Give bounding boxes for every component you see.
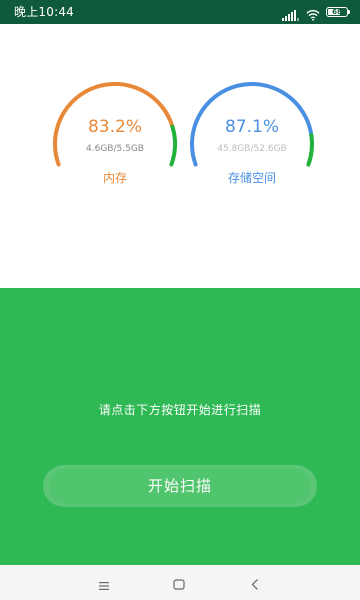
navigation-bar <box>0 565 360 600</box>
status-bar: 晚上10:44 68 <box>0 0 360 24</box>
signal-icon <box>282 6 300 21</box>
memory-gauge[interactable]: 83.2% 4.6GB/5.5GB 内存 <box>47 82 183 192</box>
battery-level-text: 68 <box>332 8 342 16</box>
storage-percent: 87.1% <box>224 117 279 137</box>
scan-panel: 请点击下方按钮开始进行扫描 开始扫描 <box>0 288 360 565</box>
memory-label: 内存 <box>102 171 127 185</box>
back-icon[interactable] <box>248 576 262 590</box>
status-icons: 68 <box>282 5 350 21</box>
storage-label: 存储空间 <box>227 171 276 185</box>
home-icon[interactable] <box>172 576 186 590</box>
usage-panel: 83.2% 4.6GB/5.5GB 内存 87.1% 45.8GB/52.6GB… <box>0 24 360 288</box>
scan-hint: 请点击下方按钮开始进行扫描 <box>98 403 262 417</box>
status-time: 晚上10:44 <box>14 5 74 19</box>
memory-percent: 83.2% <box>87 117 142 137</box>
storage-gauge[interactable]: 87.1% 45.8GB/52.6GB 存储空间 <box>184 82 320 192</box>
memory-usage: 4.6GB/5.5GB <box>86 144 144 154</box>
battery-icon: 68 <box>326 7 350 17</box>
wifi-icon <box>306 6 320 21</box>
menu-icon[interactable] <box>97 577 111 590</box>
start-scan-button[interactable]: 开始扫描 <box>49 468 311 504</box>
storage-usage: 45.8GB/52.6GB <box>217 144 287 154</box>
